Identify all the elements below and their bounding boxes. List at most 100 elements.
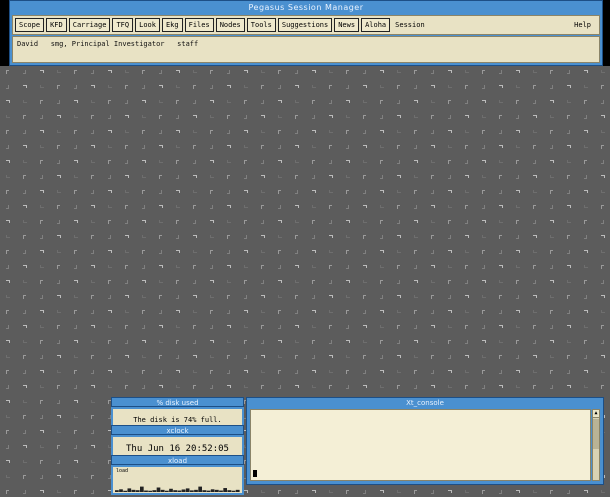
pattern-mark	[227, 235, 230, 239]
pattern-mark	[482, 145, 485, 149]
pattern-mark	[448, 205, 452, 208]
pattern-mark	[363, 145, 367, 148]
pattern-mark	[261, 235, 265, 238]
pattern-mark	[108, 265, 112, 268]
pattern-mark	[567, 265, 571, 268]
pattern-mark	[601, 280, 604, 284]
pattern-mark	[431, 190, 434, 194]
pattern-mark	[448, 385, 452, 388]
pattern-mark	[295, 130, 298, 134]
pattern-mark	[601, 385, 604, 389]
menu-session-button[interactable]: Session	[392, 19, 428, 31]
pattern-mark	[108, 220, 111, 224]
pattern-mark	[23, 355, 26, 359]
menu-suggestions-button[interactable]: Suggestions	[277, 18, 333, 32]
pattern-mark	[176, 220, 179, 224]
pattern-mark	[329, 85, 332, 89]
pattern-mark	[465, 490, 469, 493]
pattern-mark	[380, 130, 384, 133]
pattern-mark	[550, 310, 553, 314]
pattern-mark	[584, 160, 587, 164]
menu-tools-button[interactable]: Tools	[246, 18, 276, 32]
pattern-mark	[499, 265, 503, 268]
menu-carriage-button[interactable]: Carriage	[68, 18, 111, 32]
menu-scope-button[interactable]: Scope	[15, 18, 45, 32]
scroll-thumb[interactable]	[593, 419, 599, 449]
pattern-mark	[448, 130, 452, 133]
pattern-mark	[244, 175, 247, 179]
pattern-mark	[244, 115, 247, 119]
menu-ekg-button[interactable]: Ekg	[161, 18, 183, 32]
load-sample-bar	[169, 488, 173, 492]
pattern-mark	[227, 295, 230, 299]
menu-news-button[interactable]: News	[334, 18, 360, 32]
pattern-mark	[601, 130, 605, 133]
menu-aloha-button[interactable]: Aloha	[361, 18, 391, 32]
pattern-mark	[346, 280, 350, 283]
pattern-mark	[125, 355, 129, 358]
pattern-mark	[40, 130, 44, 133]
pattern-mark	[601, 490, 605, 493]
pattern-mark	[6, 400, 10, 403]
pattern-mark	[74, 295, 78, 298]
pattern-mark	[397, 160, 400, 164]
pattern-mark	[193, 295, 197, 298]
pattern-mark	[108, 145, 112, 148]
menu-tfq-button[interactable]: TFQ	[112, 18, 134, 32]
pattern-mark	[159, 175, 162, 179]
pattern-mark	[91, 70, 94, 74]
pattern-mark	[244, 190, 248, 193]
pattern-mark	[550, 490, 553, 494]
pattern-mark	[227, 115, 230, 119]
pattern-mark	[448, 295, 451, 299]
scroll-up-arrow-icon[interactable]: ▲	[593, 410, 599, 418]
menu-help-button[interactable]: Help	[571, 19, 594, 31]
pattern-mark	[346, 130, 349, 134]
pattern-mark	[227, 370, 230, 374]
pattern-mark	[91, 460, 95, 463]
pattern-mark	[108, 100, 111, 104]
pattern-mark	[244, 250, 248, 253]
pattern-mark	[244, 370, 248, 373]
pattern-mark	[176, 190, 180, 193]
pattern-mark	[142, 370, 145, 374]
menu-look-button[interactable]: Look	[135, 18, 160, 32]
pattern-mark	[329, 265, 332, 269]
pattern-mark	[431, 205, 435, 208]
pattern-mark	[261, 490, 265, 493]
pattern-mark	[125, 280, 128, 284]
pattern-mark	[176, 295, 179, 299]
pattern-mark	[363, 100, 367, 103]
pattern-mark	[397, 205, 400, 209]
pattern-mark	[142, 160, 146, 163]
pattern-mark	[448, 235, 451, 239]
menu-kfd-button[interactable]: KFD	[46, 18, 67, 32]
pattern-mark	[448, 325, 452, 328]
pattern-mark	[193, 70, 197, 73]
console-text-area[interactable]	[250, 409, 591, 481]
pattern-mark	[142, 145, 145, 149]
pattern-mark	[516, 175, 519, 179]
pattern-mark	[567, 145, 571, 148]
pattern-mark	[91, 415, 94, 419]
pattern-mark	[210, 85, 213, 89]
menu-nodes-button[interactable]: Nodes	[215, 18, 245, 32]
pattern-mark	[125, 340, 128, 344]
pattern-mark	[40, 295, 43, 299]
pattern-mark	[295, 250, 298, 254]
pattern-mark	[57, 85, 60, 89]
pattern-mark	[6, 235, 10, 238]
load-sample-bar	[131, 489, 136, 492]
pattern-mark	[40, 385, 44, 388]
pattern-mark	[516, 340, 519, 344]
pattern-mark	[74, 475, 78, 478]
load-sample-bar	[119, 489, 123, 492]
pattern-mark	[312, 295, 315, 299]
pattern-mark	[6, 85, 9, 89]
pattern-mark	[244, 85, 248, 88]
menu-files-button[interactable]: Files	[184, 18, 214, 32]
console-scrollbar[interactable]: ▲	[592, 409, 600, 481]
pattern-mark	[108, 340, 111, 344]
pattern-mark	[329, 160, 332, 164]
pattern-mark	[584, 355, 587, 359]
